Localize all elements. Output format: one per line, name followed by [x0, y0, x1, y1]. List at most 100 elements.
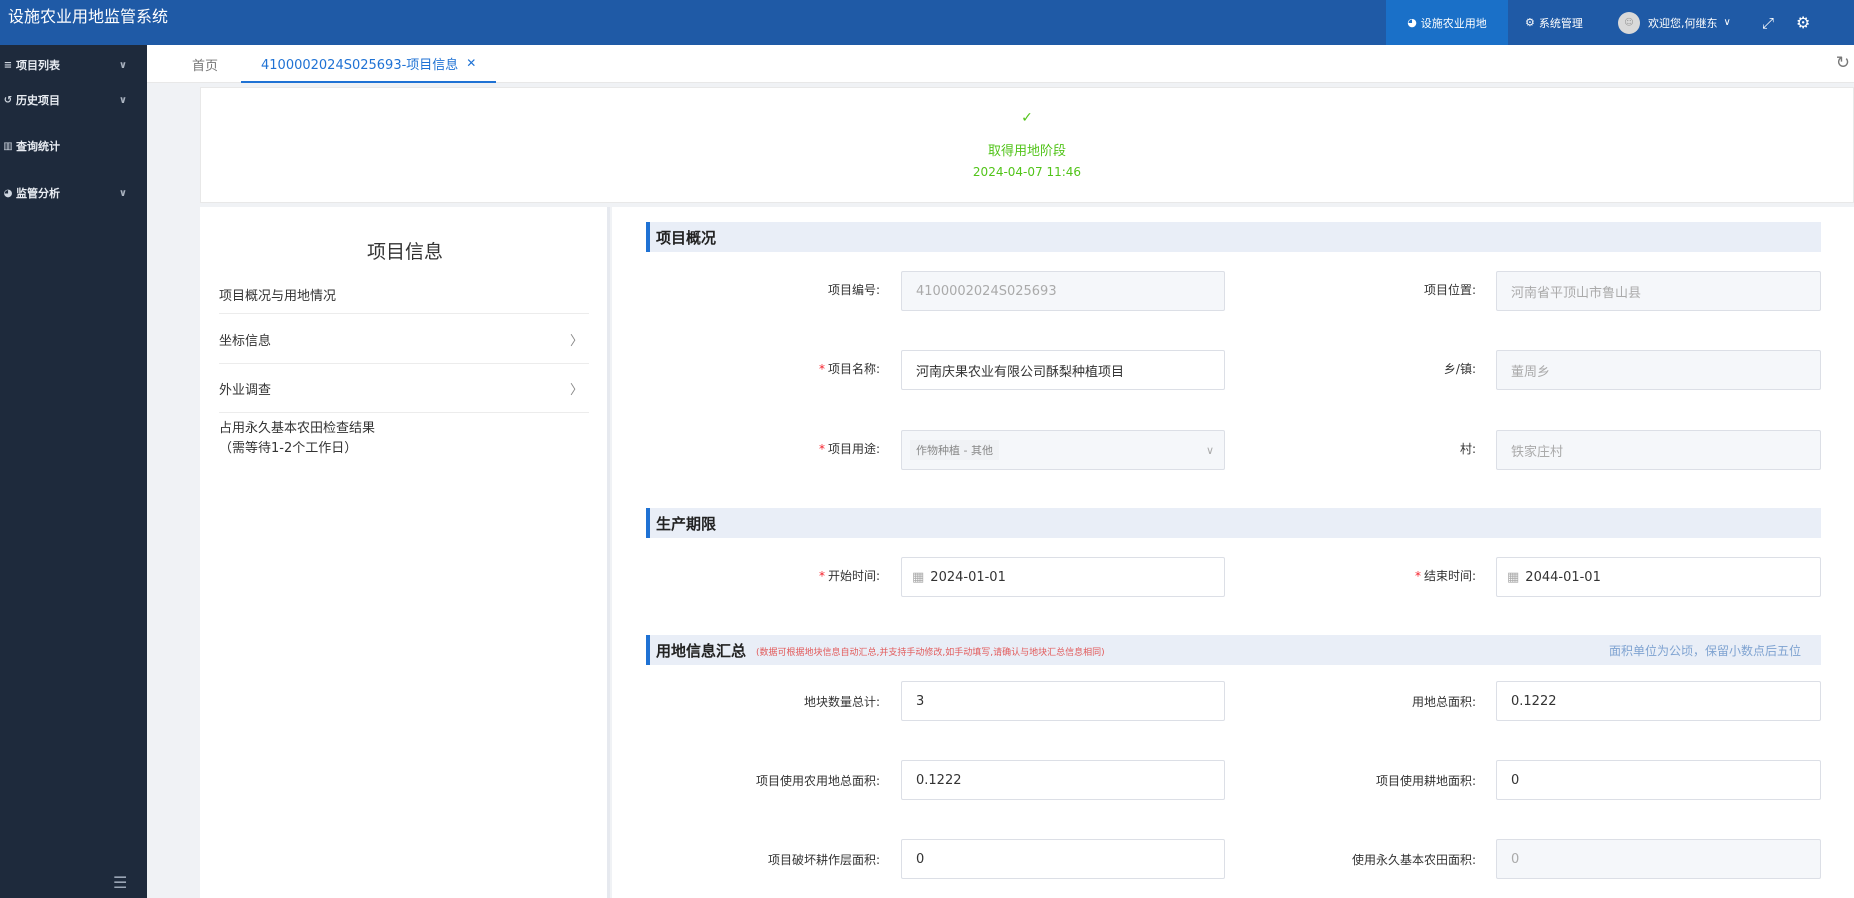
section-note: (数据可根据地块信息自动汇总,并支持手动修改,如手动填写,请确认与地块汇总信息相…	[756, 648, 1105, 658]
section-title: 生产期限	[656, 514, 717, 533]
nav-item-coordinates[interactable]: 坐标信息 〉	[219, 330, 589, 364]
label-project-location: 项目位置:	[1423, 283, 1476, 297]
chevron-down-icon: ∨	[1205, 443, 1214, 457]
label-basic-farmland-area: 使用永久基本农田面积:	[1351, 853, 1476, 867]
stage-time: 2024-04-07 11:46	[972, 165, 1082, 179]
label-damage-area: 项目破坏耕作层面积:	[767, 853, 880, 867]
chevron-right-icon: 〉	[569, 383, 583, 398]
label-project-name: * 项目名称:	[818, 362, 880, 376]
panel-title: 项目信息	[366, 241, 443, 263]
field-value: 0	[916, 851, 925, 867]
fullscreen-icon[interactable]: ⤢	[1762, 0, 1782, 45]
project-name-input[interactable]: 河南庆果农业有限公司酥梨种植项目	[901, 350, 1225, 390]
check-icon: ✓	[1021, 110, 1033, 126]
field-value: 3	[916, 693, 925, 709]
section-title: 项目概况	[656, 228, 717, 247]
farmland-area-input[interactable]: 0	[1496, 760, 1821, 800]
sidebar-item-history[interactable]: ↺ 历史项目 ∨	[0, 88, 147, 112]
project-purpose-select[interactable]: 作物种植 - 其他 ∨	[901, 430, 1225, 470]
chevron-down-icon: ∨	[118, 187, 127, 199]
bar-chart-icon: ▥	[3, 140, 13, 152]
tab-project-info[interactable]: 4100002024S025693-项目信息 ✕	[241, 45, 497, 83]
nav-item-field-survey[interactable]: 外业调查 〉	[219, 379, 589, 413]
tab-label: 首页	[192, 58, 219, 74]
unit-note: 面积单位为公顷，保留小数点后五位	[1608, 643, 1801, 658]
label-village: 村:	[1459, 442, 1476, 456]
label-project-code: 项目编号:	[827, 283, 880, 297]
divider	[219, 313, 589, 314]
user-greeting: 欢迎您,何继东	[1648, 16, 1718, 30]
label-project-purpose: * 项目用途:	[818, 442, 880, 456]
sidebar-item-query-stats[interactable]: ▥ 查询统计	[0, 134, 147, 158]
total-area-input[interactable]: 0.1222	[1496, 681, 1821, 721]
field-value: 4100002024S025693	[916, 283, 1057, 299]
project-code-field: 4100002024S025693	[901, 271, 1225, 311]
tab-bar: 首页 4100002024S025693-项目信息 ✕ ↻	[147, 45, 1854, 83]
nav-item-label: 项目概况与用地情况	[219, 289, 337, 304]
field-value: 0	[1511, 851, 1520, 867]
user-menu[interactable]: ☺ 欢迎您,何继东 ∨	[1618, 0, 1743, 45]
damage-area-input[interactable]: 0	[901, 839, 1225, 879]
end-date-picker[interactable]: ▦ 2044-01-01	[1496, 557, 1821, 597]
section-title: 用地信息汇总	[656, 641, 747, 660]
nav-item-label: 坐标信息	[219, 334, 272, 349]
settings-icon[interactable]: ⚙	[1796, 0, 1816, 45]
chevron-down-icon: ∨	[118, 94, 127, 106]
tab-label: 4100002024S025693-项目信息	[261, 57, 459, 73]
history-icon: ↺	[3, 94, 13, 106]
label-start-date: * 开始时间:	[818, 569, 880, 583]
field-value: 0.1222	[916, 772, 962, 788]
settings-icon: ⚙	[1525, 16, 1535, 29]
nav-system-management-label: 系统管理	[1538, 16, 1583, 30]
nav-facility-land-label: 设施农业用地	[1420, 16, 1487, 30]
calendar-icon: ▦	[912, 569, 925, 585]
label-town: 乡/镇:	[1443, 362, 1476, 376]
label-end-date: * 结束时间:	[1414, 569, 1476, 583]
chevron-down-icon: ∨	[1723, 17, 1731, 28]
avatar: ☺	[1618, 11, 1640, 34]
village-field: 铁家庄村	[1496, 430, 1821, 470]
label-agri-area: 项目使用农用地总面积:	[755, 774, 880, 788]
sidebar-item-project-list[interactable]: ≡ 项目列表 ∨	[0, 53, 147, 77]
label-farmland-area: 项目使用耕地面积:	[1375, 774, 1476, 788]
nav-item-sublabel: （需等待1-2个工作日）	[219, 441, 358, 456]
start-date-picker[interactable]: ▦ 2024-01-01	[901, 557, 1225, 597]
sidebar-item-label: 历史项目	[16, 94, 60, 107]
agri-area-input[interactable]: 0.1222	[901, 760, 1225, 800]
stage-title: 取得用地阶段	[987, 144, 1066, 159]
selected-tag: 作物种植 - 其他	[910, 440, 999, 460]
parcel-count-input[interactable]: 3	[901, 681, 1225, 721]
label-parcel-count: 地块数量总计:	[803, 695, 880, 709]
close-icon[interactable]: ✕	[466, 56, 476, 70]
section-header-period: 生产期限	[646, 508, 1821, 538]
list-icon: ≡	[3, 59, 13, 71]
pie-chart-icon: ◕	[3, 187, 13, 199]
project-form: 项目概况 项目编号: 4100002024S025693 项目位置: 河南省平顶…	[612, 207, 1854, 898]
calendar-icon: ▦	[1507, 569, 1520, 585]
refresh-icon[interactable]: ↻	[1836, 53, 1850, 73]
sidebar-item-label: 项目列表	[16, 59, 60, 72]
section-header-overview: 项目概况	[646, 222, 1821, 252]
sidebar-item-label: 查询统计	[16, 140, 60, 153]
nav-item-overview[interactable]: 项目概况与用地情况	[219, 285, 589, 307]
menu-collapse-icon[interactable]: ☰	[113, 873, 127, 892]
nav-system-management[interactable]: ⚙ 系统管理	[1525, 0, 1625, 45]
tab-home[interactable]: 首页	[192, 45, 218, 83]
sidebar-item-supervision[interactable]: ◕ 监管分析 ∨	[0, 181, 147, 205]
nav-item-basic-farmland-check[interactable]: 占用永久基本农田检查结果 （需等待1-2个工作日）	[219, 419, 589, 459]
field-value: 0.1222	[1511, 693, 1557, 709]
field-value: 董周乡	[1511, 364, 1551, 380]
field-value: 铁家庄村	[1511, 444, 1564, 460]
stage-card: ✓ 取得用地阶段 2024-04-07 11:46	[200, 87, 1854, 203]
field-value: 河南省平顶山市鲁山县	[1511, 285, 1642, 301]
nav-item-label: 占用永久基本农田检查结果	[219, 421, 376, 436]
chevron-down-icon: ∨	[118, 59, 127, 71]
app-title: 设施农业用地监管系统	[8, 7, 169, 26]
chevron-right-icon: 〉	[569, 334, 583, 349]
section-header-land-summary: 用地信息汇总 (数据可根据地块信息自动汇总,并支持手动修改,如手动填写,请确认与…	[646, 635, 1821, 665]
sidebar: ≡ 项目列表 ∨ ↺ 历史项目 ∨ ▥ 查询统计 ◕ 监管分析 ∨ ☰	[0, 45, 147, 898]
field-value: 2024-01-01	[930, 569, 1006, 585]
project-location-field: 河南省平顶山市鲁山县	[1496, 271, 1821, 311]
app-header: 设施农业用地监管系统 ◕ 设施农业用地 ⚙ 系统管理 ☺ 欢迎您,何继东 ∨ ⤢…	[0, 0, 1854, 45]
nav-facility-land[interactable]: ◕ 设施农业用地	[1386, 0, 1508, 45]
